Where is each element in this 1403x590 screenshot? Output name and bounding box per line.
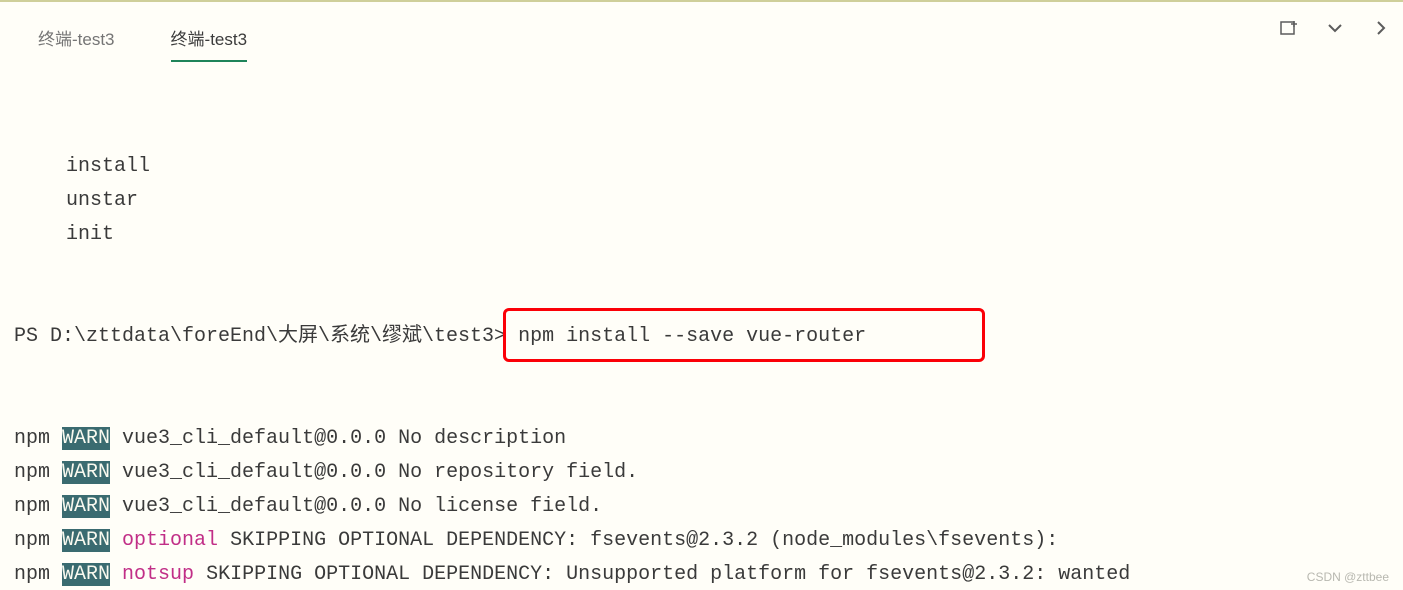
terminal-tab-0[interactable]: 终端-test3 — [10, 15, 143, 62]
new-terminal-icon[interactable] — [1277, 16, 1301, 40]
warn-line: npm WARN vue3_cli_default@0.0.0 No repos… — [14, 456, 1389, 490]
warn-tag: WARN — [62, 461, 110, 484]
warn-tag: WARN — [62, 495, 110, 518]
output-line: install — [14, 150, 1389, 184]
warn-keyword: optional — [122, 529, 218, 552]
prompt: PS D:\zttdata\foreEnd\大屏\系统\缪斌\test3> — [14, 325, 506, 348]
output-line: init — [14, 218, 1389, 252]
chevron-down-icon[interactable] — [1323, 16, 1347, 40]
warn-line: npm WARN notsup SKIPPING OPTIONAL DEPEND… — [14, 558, 1389, 590]
warn-tag: WARN — [62, 563, 110, 586]
output-line: unstar — [14, 184, 1389, 218]
chevron-right-icon[interactable] — [1369, 16, 1393, 40]
warn-tag: WARN — [62, 529, 110, 552]
warn-line: npm WARN optional SKIPPING OPTIONAL DEPE… — [14, 524, 1389, 558]
watermark: CSDN @zttbee — [1307, 570, 1389, 584]
command: npm install --save vue-router — [518, 325, 866, 348]
terminal-tab-1[interactable]: 终端-test3 — [143, 15, 276, 62]
warn-line: npm WARN vue3_cli_default@0.0.0 No descr… — [14, 422, 1389, 456]
terminal-tab-bar: 终端-test3终端-test3 — [0, 2, 1403, 62]
prompt-line: PS D:\zttdata\foreEnd\大屏\系统\缪斌\test3> np… — [14, 320, 1389, 354]
warn-line: npm WARN vue3_cli_default@0.0.0 No licen… — [14, 490, 1389, 524]
warn-tag: WARN — [62, 427, 110, 450]
tab-actions — [1277, 16, 1393, 40]
terminal-output[interactable]: installunstarinit PS D:\zttdata\foreEnd\… — [0, 62, 1403, 590]
warn-keyword: notsup — [122, 563, 194, 586]
